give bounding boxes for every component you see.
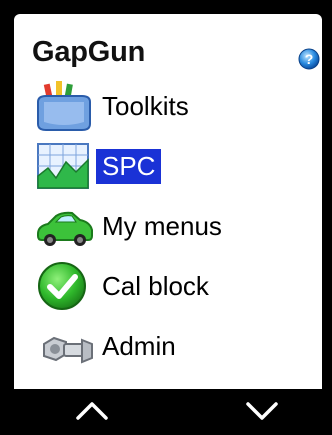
toolbox-icon: [37, 81, 91, 131]
spc-chart-icon: [37, 143, 89, 189]
menu-item-admin[interactable]: Admin: [34, 318, 314, 374]
svg-text:?: ?: [305, 51, 314, 67]
softkey-bar: [0, 390, 332, 435]
app-title: GapGun: [32, 36, 146, 68]
menu-item-cal-block[interactable]: Cal block: [34, 258, 314, 314]
checkmark-icon: [38, 262, 86, 310]
car-icon: [37, 211, 93, 246]
menu-item-spc[interactable]: SPC: [34, 138, 314, 194]
menu-item-label: Toolkits: [102, 90, 189, 121]
menu-item-label: SPC: [96, 148, 162, 184]
chevron-down-icon[interactable]: [242, 396, 282, 426]
menu-item-toolkits[interactable]: Toolkits: [34, 78, 314, 134]
chevron-up-icon[interactable]: [72, 396, 112, 426]
menu-item-label: My menus: [102, 210, 222, 241]
help-icon[interactable]: ?: [298, 48, 320, 70]
device-screen: GapGun ? Toolkits SPC My menus Cal block…: [14, 14, 322, 389]
menu-item-label: Admin: [102, 330, 176, 361]
menu-item-my-menus[interactable]: My menus: [34, 198, 314, 254]
menu-item-label: Cal block: [102, 270, 209, 301]
nut-bolt-icon: [43, 336, 93, 364]
